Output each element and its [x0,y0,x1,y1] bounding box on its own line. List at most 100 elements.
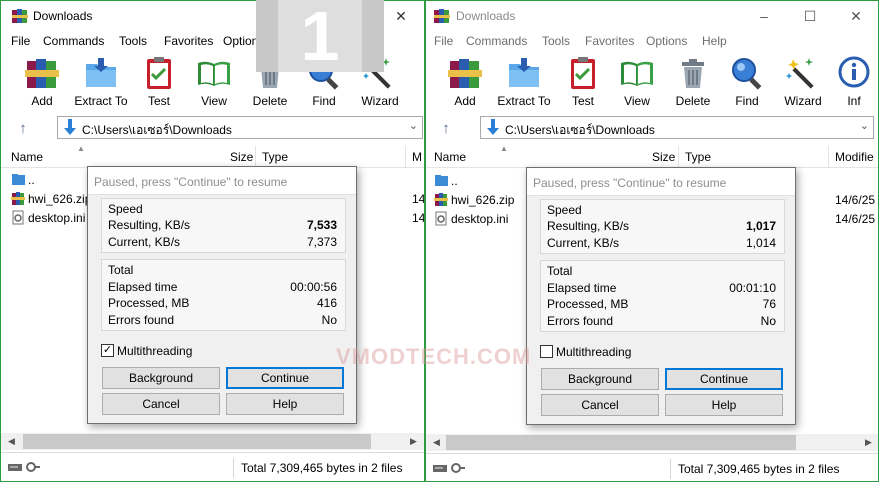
errors-row: Errors found No [108,313,337,329]
processed-row: Processed, MB 416 [108,296,337,312]
tool-view-button[interactable]: View [614,55,660,109]
paused-progress-dialog: Paused, press "Continue" to resume Speed… [526,167,796,425]
column-size[interactable]: Size [230,150,253,164]
scroll-right-icon[interactable]: ▶ [405,433,422,450]
tool-label: Wizard [784,94,822,108]
tool-add-button[interactable]: Add [440,55,490,109]
column-separator[interactable] [678,146,679,168]
address-bar[interactable]: C:\Users\เอเซอร์\Downloads ⌄ [57,116,423,139]
paused-progress-dialog: Paused, press "Continue" to resume Speed… [87,166,357,424]
help-button[interactable]: Help [226,393,344,415]
menu-commands[interactable]: Commands [466,34,527,48]
menu-commands[interactable]: Commands [43,34,104,48]
continue-button[interactable]: Continue [665,368,783,390]
column-type[interactable]: Type [262,150,288,164]
up-folder-button[interactable]: ↑ [11,119,35,139]
errors-value: No [760,314,776,328]
window-title: Downloads [456,9,516,23]
scroll-right-icon[interactable]: ▶ [860,434,877,451]
continue-button[interactable]: Continue [226,367,344,389]
background-button[interactable]: Background [102,367,220,389]
window-title: Downloads [33,9,93,23]
cancel-button[interactable]: Cancel [102,393,220,415]
processed-value: 416 [316,296,337,310]
current-label: Current, KB/s [108,235,181,249]
status-separator [233,458,234,478]
step-number: 1 [300,0,340,75]
column-name[interactable]: Name [434,150,466,164]
checkbox-unchecked[interactable] [540,345,553,358]
chevron-down-icon[interactable]: ⌄ [409,119,418,132]
chevron-down-icon[interactable]: ⌄ [860,119,869,132]
address-path: C:\Users\เอเซอร์\Downloads [505,123,655,137]
menu-tools[interactable]: Tools [119,34,147,48]
dialog-title-bar[interactable]: Paused, press "Continue" to resume [527,168,795,196]
tool-delete-button[interactable]: Delete [670,55,716,109]
file-name: hwi_626.zip [28,192,92,206]
file-name: hwi_626.zip [451,193,515,207]
tool-extract-button[interactable]: Extract To [494,55,554,109]
column-separator[interactable] [255,146,256,168]
scroll-left-icon[interactable]: ◀ [3,433,20,450]
horizontal-scrollbar[interactable]: ◀ ▶ [1,433,424,450]
column-modified[interactable]: M [412,150,422,164]
tool-wizard-button[interactable]: Wizard [780,55,826,109]
close-button[interactable]: ✕ [834,1,878,31]
scrollbar-thumb[interactable] [446,435,796,450]
column-name[interactable]: Name [11,150,43,164]
tool-view-button[interactable]: View [191,55,237,109]
menu-file[interactable]: File [434,34,453,48]
tool-test-button[interactable]: Test [560,55,606,109]
menu-file[interactable]: File [11,34,30,48]
menu-tools[interactable]: Tools [542,34,570,48]
resulting-label: Resulting, KB/s [547,219,630,233]
column-separator[interactable] [828,146,829,168]
current-value: 7,373 [306,235,337,249]
scrollbar-thumb[interactable] [23,434,371,449]
background-button[interactable]: Background [541,368,659,390]
column-type[interactable]: Type [685,150,711,164]
menu-options[interactable]: Options [646,34,687,48]
tool-label: Add [31,94,53,108]
file-name: desktop.ini [28,211,86,225]
scroll-left-icon[interactable]: ◀ [428,434,445,451]
dialog-title-bar[interactable]: Paused, press "Continue" to resume [88,167,356,195]
tool-test-button[interactable]: Test [137,55,181,109]
status-bar: Total 7,309,465 bytes in 2 files [426,453,878,481]
winrar-window-right: Downloads – ☐ ✕ File Commands Tools Favo… [425,0,879,482]
speed-group: Speed Resulting, KB/s 1,017 Current, KB/s… [540,199,785,254]
column-separator[interactable] [405,146,406,168]
clipboard-test-icon [571,57,595,89]
address-bar[interactable]: C:\Users\เอเซอร์\Downloads ⌄ [480,116,874,139]
total-label: Total [547,264,573,278]
help-button[interactable]: Help [665,394,783,416]
tool-info-button[interactable]: Inf [836,55,872,109]
tool-find-button[interactable]: Find [726,55,768,109]
errors-label: Errors found [108,313,175,327]
title-bar[interactable]: Downloads – ☐ ✕ [426,1,878,31]
speed-label: Speed [108,202,143,216]
up-folder-button[interactable]: ↑ [434,119,458,139]
tool-add-button[interactable]: Add [17,55,67,109]
multithreading-label: Multithreading [556,345,632,359]
toolbar: Add Extract To Test View Delete Find Wiz… [426,52,878,110]
close-button[interactable]: ✕ [379,1,423,31]
errors-label: Errors found [547,314,614,328]
column-size[interactable]: Size [652,150,675,164]
minimize-button[interactable]: – [742,1,786,31]
maximize-button[interactable]: ☐ [788,1,832,31]
checkbox-checked[interactable]: ✓ [101,344,114,357]
menu-help[interactable]: Help [702,34,727,48]
tool-extract-button[interactable]: Extract To [71,55,131,109]
resulting-row: Resulting, KB/s 7,533 [108,218,337,234]
horizontal-scrollbar[interactable]: ◀ ▶ [426,434,878,451]
column-modified[interactable]: Modifie [835,150,874,164]
menu-favorites[interactable]: Favorites [164,34,213,48]
elapsed-value: 00:00:56 [290,280,337,294]
open-book-icon [198,61,230,86]
tool-label: View [624,94,650,108]
archive-books-icon [25,59,59,88]
menu-favorites[interactable]: Favorites [585,34,634,48]
current-row: Current, KB/s 7,373 [108,235,337,251]
cancel-button[interactable]: Cancel [541,394,659,416]
